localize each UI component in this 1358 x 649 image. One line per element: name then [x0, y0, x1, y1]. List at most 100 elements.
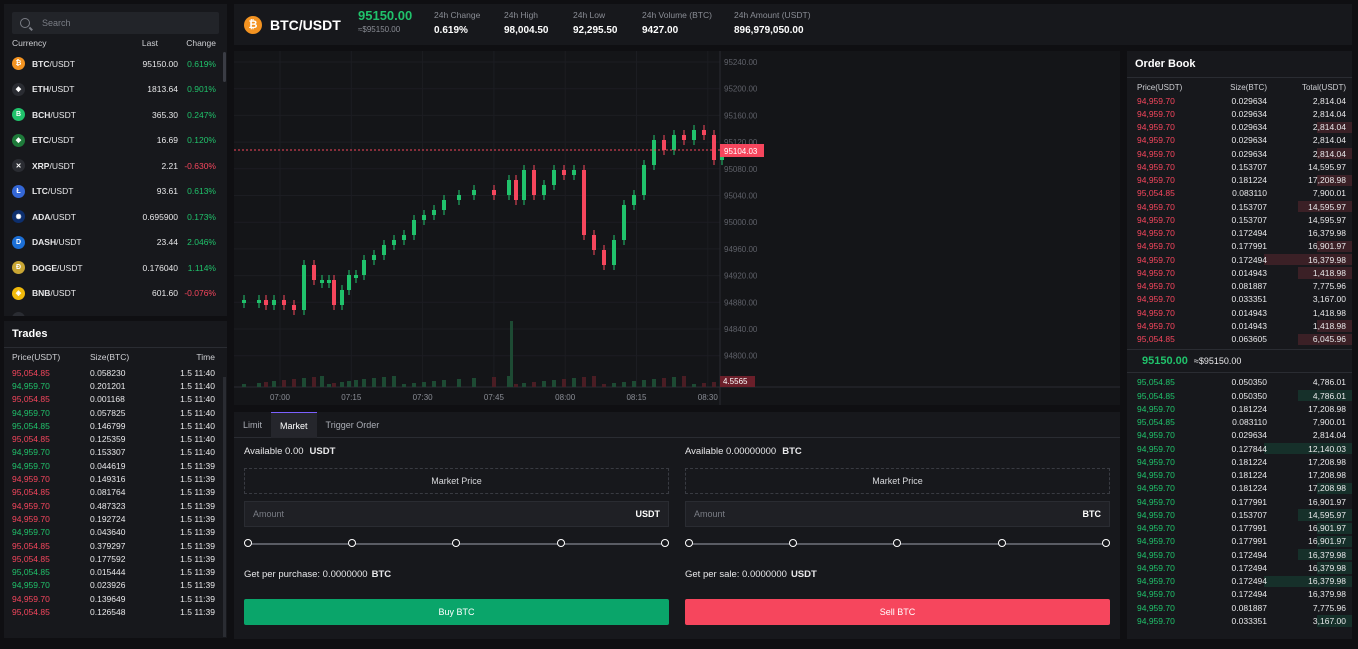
market-row[interactable]: ₿ BTC/USDT 95150.00 0.619%	[4, 51, 227, 77]
buy-slider-stop-0[interactable]	[244, 539, 252, 547]
sell-slider-stop-100[interactable]	[1102, 539, 1110, 547]
bid-row[interactable]: 94,959.70 0.029634 2,814.04	[1127, 429, 1352, 442]
bid-row[interactable]: 94,959.70 0.177991 16,901.97	[1127, 495, 1352, 508]
bid-row[interactable]: 94,959.70 0.172494 16,379.98	[1127, 575, 1352, 588]
sell-slider-stop-0[interactable]	[685, 539, 693, 547]
bid-row[interactable]: 95,054.85 0.050350 4,786.01	[1127, 389, 1352, 402]
stat-24h-volume: 24h Volume (BTC) 9427.00	[642, 10, 712, 36]
ask-row[interactable]: 94,959.70 0.172494 16,379.98	[1127, 253, 1352, 266]
market-quote: /USDT	[49, 84, 75, 95]
bitcoin-icon: ₿	[244, 15, 262, 34]
ask-row[interactable]: 94,959.70 0.153707 14,595.97	[1127, 213, 1352, 226]
bid-row[interactable]: 94,959.70 0.181224 17,208.98	[1127, 482, 1352, 495]
volume-bar	[642, 380, 646, 387]
bid-row[interactable]: 94,959.70 0.153707 14,595.97	[1127, 508, 1352, 521]
market-row[interactable]: ◆ ETH/USDT 1813.64 0.901%	[4, 77, 227, 103]
market-row[interactable]: ▼TRX/USDT0.2485001.844%	[4, 306, 227, 316]
ask-row[interactable]: 94,959.70 0.181224 17,208.98	[1127, 174, 1352, 187]
trade-price: 95,054.85	[12, 567, 50, 578]
ob-total: 16,901.97	[1308, 496, 1346, 507]
bid-row[interactable]: 94,959.70 0.177991 16,901.97	[1127, 535, 1352, 548]
ask-row[interactable]: 94,959.70 0.014943 1,418.98	[1127, 306, 1352, 319]
market-row[interactable]: B BCH/USDT 365.30 0.247%	[4, 102, 227, 128]
volume-bar	[652, 379, 656, 387]
ask-row[interactable]: 94,959.70 0.033351 3,167.00	[1127, 293, 1352, 306]
market-row[interactable]: ✺ ADA/USDT 0.695900 0.173%	[4, 204, 227, 230]
sell-slider-stop-75[interactable]	[998, 539, 1006, 547]
x-tick-label: 07:45	[484, 393, 505, 402]
price-chart[interactable]: 95240.00 95200.00 95160.00 95120.00 95080.00…	[234, 51, 1120, 405]
bid-row[interactable]: 94,959.70 0.177991 16,901.97	[1127, 522, 1352, 535]
ask-row[interactable]: 94,959.70 0.153707 14,595.97	[1127, 200, 1352, 213]
buy-percent-slider[interactable]	[244, 539, 669, 549]
ob-size: 0.029634	[1231, 135, 1267, 146]
ask-row[interactable]: 94,959.70 0.177991 16,901.97	[1127, 240, 1352, 253]
sell-percent-slider[interactable]	[685, 539, 1110, 549]
trade-size: 0.001168	[90, 394, 125, 405]
tab-limit[interactable]: Limit	[234, 412, 271, 438]
sell-button[interactable]: Sell BTC	[685, 599, 1110, 625]
sell-slider-stop-25[interactable]	[789, 539, 797, 547]
sell-amount-input[interactable]: Amount BTC	[685, 501, 1110, 527]
ask-row[interactable]: 94,959.70 0.081887 7,775.96	[1127, 280, 1352, 293]
dogecoin-icon: Ð	[12, 261, 25, 275]
ask-row[interactable]: 94,959.70 0.014943 1,418.98	[1127, 319, 1352, 332]
ask-row[interactable]: 94,959.70 0.029634 2,814.04	[1127, 107, 1352, 120]
bid-row[interactable]: 95,054.85 0.050350 4,786.01	[1127, 376, 1352, 389]
volume-bar	[402, 384, 406, 387]
market-list-panel: Search Currency Last Change ₿ BTC/USDT 951…	[4, 4, 227, 316]
ask-row[interactable]: 94,959.70 0.014943 1,418.98	[1127, 266, 1352, 279]
bid-row[interactable]: 94,959.70 0.172494 16,379.98	[1127, 561, 1352, 574]
market-row[interactable]: ◆ ETC/USDT 16.69 0.120%	[4, 128, 227, 154]
sell-slider-stop-50[interactable]	[893, 539, 901, 547]
bid-row[interactable]: 94,959.70 0.033351 3,167.00	[1127, 614, 1352, 627]
market-row[interactable]: ✕ XRP/USDT 2.21 -0.630%	[4, 153, 227, 179]
bid-row[interactable]: 94,959.70 0.181224 17,208.98	[1127, 469, 1352, 482]
trades-scrollbar[interactable]	[223, 377, 226, 637]
search-placeholder: Search	[42, 18, 71, 28]
ask-row[interactable]: 95,054.85 0.083110 7,900.01	[1127, 187, 1352, 200]
bid-row[interactable]: 94,959.70 0.181224 17,208.98	[1127, 402, 1352, 415]
market-base: ADA	[32, 211, 51, 222]
market-list-scrollbar[interactable]	[223, 52, 226, 82]
tab-market[interactable]: Market	[271, 412, 317, 438]
ask-row[interactable]: 94,959.70 0.029634 2,814.04	[1127, 94, 1352, 107]
y-tick-label: 94800.00	[724, 352, 758, 361]
bid-row[interactable]: 94,959.70 0.127844 12,140.03	[1127, 442, 1352, 455]
ob-total: 14,595.97	[1308, 214, 1346, 225]
bid-row[interactable]: 94,959.70 0.181224 17,208.98	[1127, 455, 1352, 468]
order-form: Limit Market Trigger Order Available 0.0…	[234, 412, 1120, 639]
buy-button[interactable]: Buy BTC	[244, 599, 669, 625]
ask-row[interactable]: 94,959.70 0.153707 14,595.97	[1127, 160, 1352, 173]
tab-trigger-order[interactable]: Trigger Order	[317, 412, 389, 438]
buy-slider-stop-100[interactable]	[661, 539, 669, 547]
market-row[interactable]: Ł LTC/USDT 93.61 0.613%	[4, 179, 227, 205]
ob-total: 14,595.97	[1308, 161, 1346, 172]
market-quote: /USDT	[49, 160, 75, 171]
bid-row[interactable]: 94,959.70 0.081887 7,775.96	[1127, 601, 1352, 614]
bid-row[interactable]: 94,959.70 0.172494 16,379.98	[1127, 588, 1352, 601]
candle	[340, 290, 344, 305]
buy-slider-stop-25[interactable]	[348, 539, 356, 547]
ask-row[interactable]: 94,959.70 0.029634 2,814.04	[1127, 121, 1352, 134]
candlestick-chart[interactable]: 95240.0095200.0095160.0095120.0095080.00…	[234, 51, 1120, 405]
bid-row[interactable]: 95,054.85 0.083110 7,900.01	[1127, 416, 1352, 429]
bid-row[interactable]: 94,959.70 0.172494 16,379.98	[1127, 548, 1352, 561]
market-row[interactable]: ◈ BNB/USDT 601.60 -0.076%	[4, 281, 227, 307]
market-row[interactable]: Ð DOGE/USDT 0.176040 1.114%	[4, 255, 227, 281]
ask-row[interactable]: 94,959.70 0.172494 16,379.98	[1127, 227, 1352, 240]
buy-slider-stop-50[interactable]	[452, 539, 460, 547]
pair-title[interactable]: BTC/USDT	[270, 17, 341, 33]
candle	[552, 170, 556, 185]
ask-row[interactable]: 95,054.85 0.063605 6,045.96	[1127, 333, 1352, 346]
market-row[interactable]: D DASH/USDT 23.44 2.046%	[4, 230, 227, 256]
ask-row[interactable]: 94,959.70 0.029634 2,814.04	[1127, 134, 1352, 147]
ask-row[interactable]: 94,959.70 0.029634 2,814.04	[1127, 147, 1352, 160]
search-input[interactable]: Search	[12, 12, 219, 34]
buy-slider-stop-75[interactable]	[557, 539, 565, 547]
y-tick-label: 94960.00	[724, 245, 758, 254]
ob-total: 7,775.96	[1312, 281, 1346, 292]
buy-amount-input[interactable]: Amount USDT	[244, 501, 669, 527]
trade-time: 1.5 11:39	[180, 474, 215, 485]
trade-time: 1.5 11:40	[180, 394, 215, 405]
